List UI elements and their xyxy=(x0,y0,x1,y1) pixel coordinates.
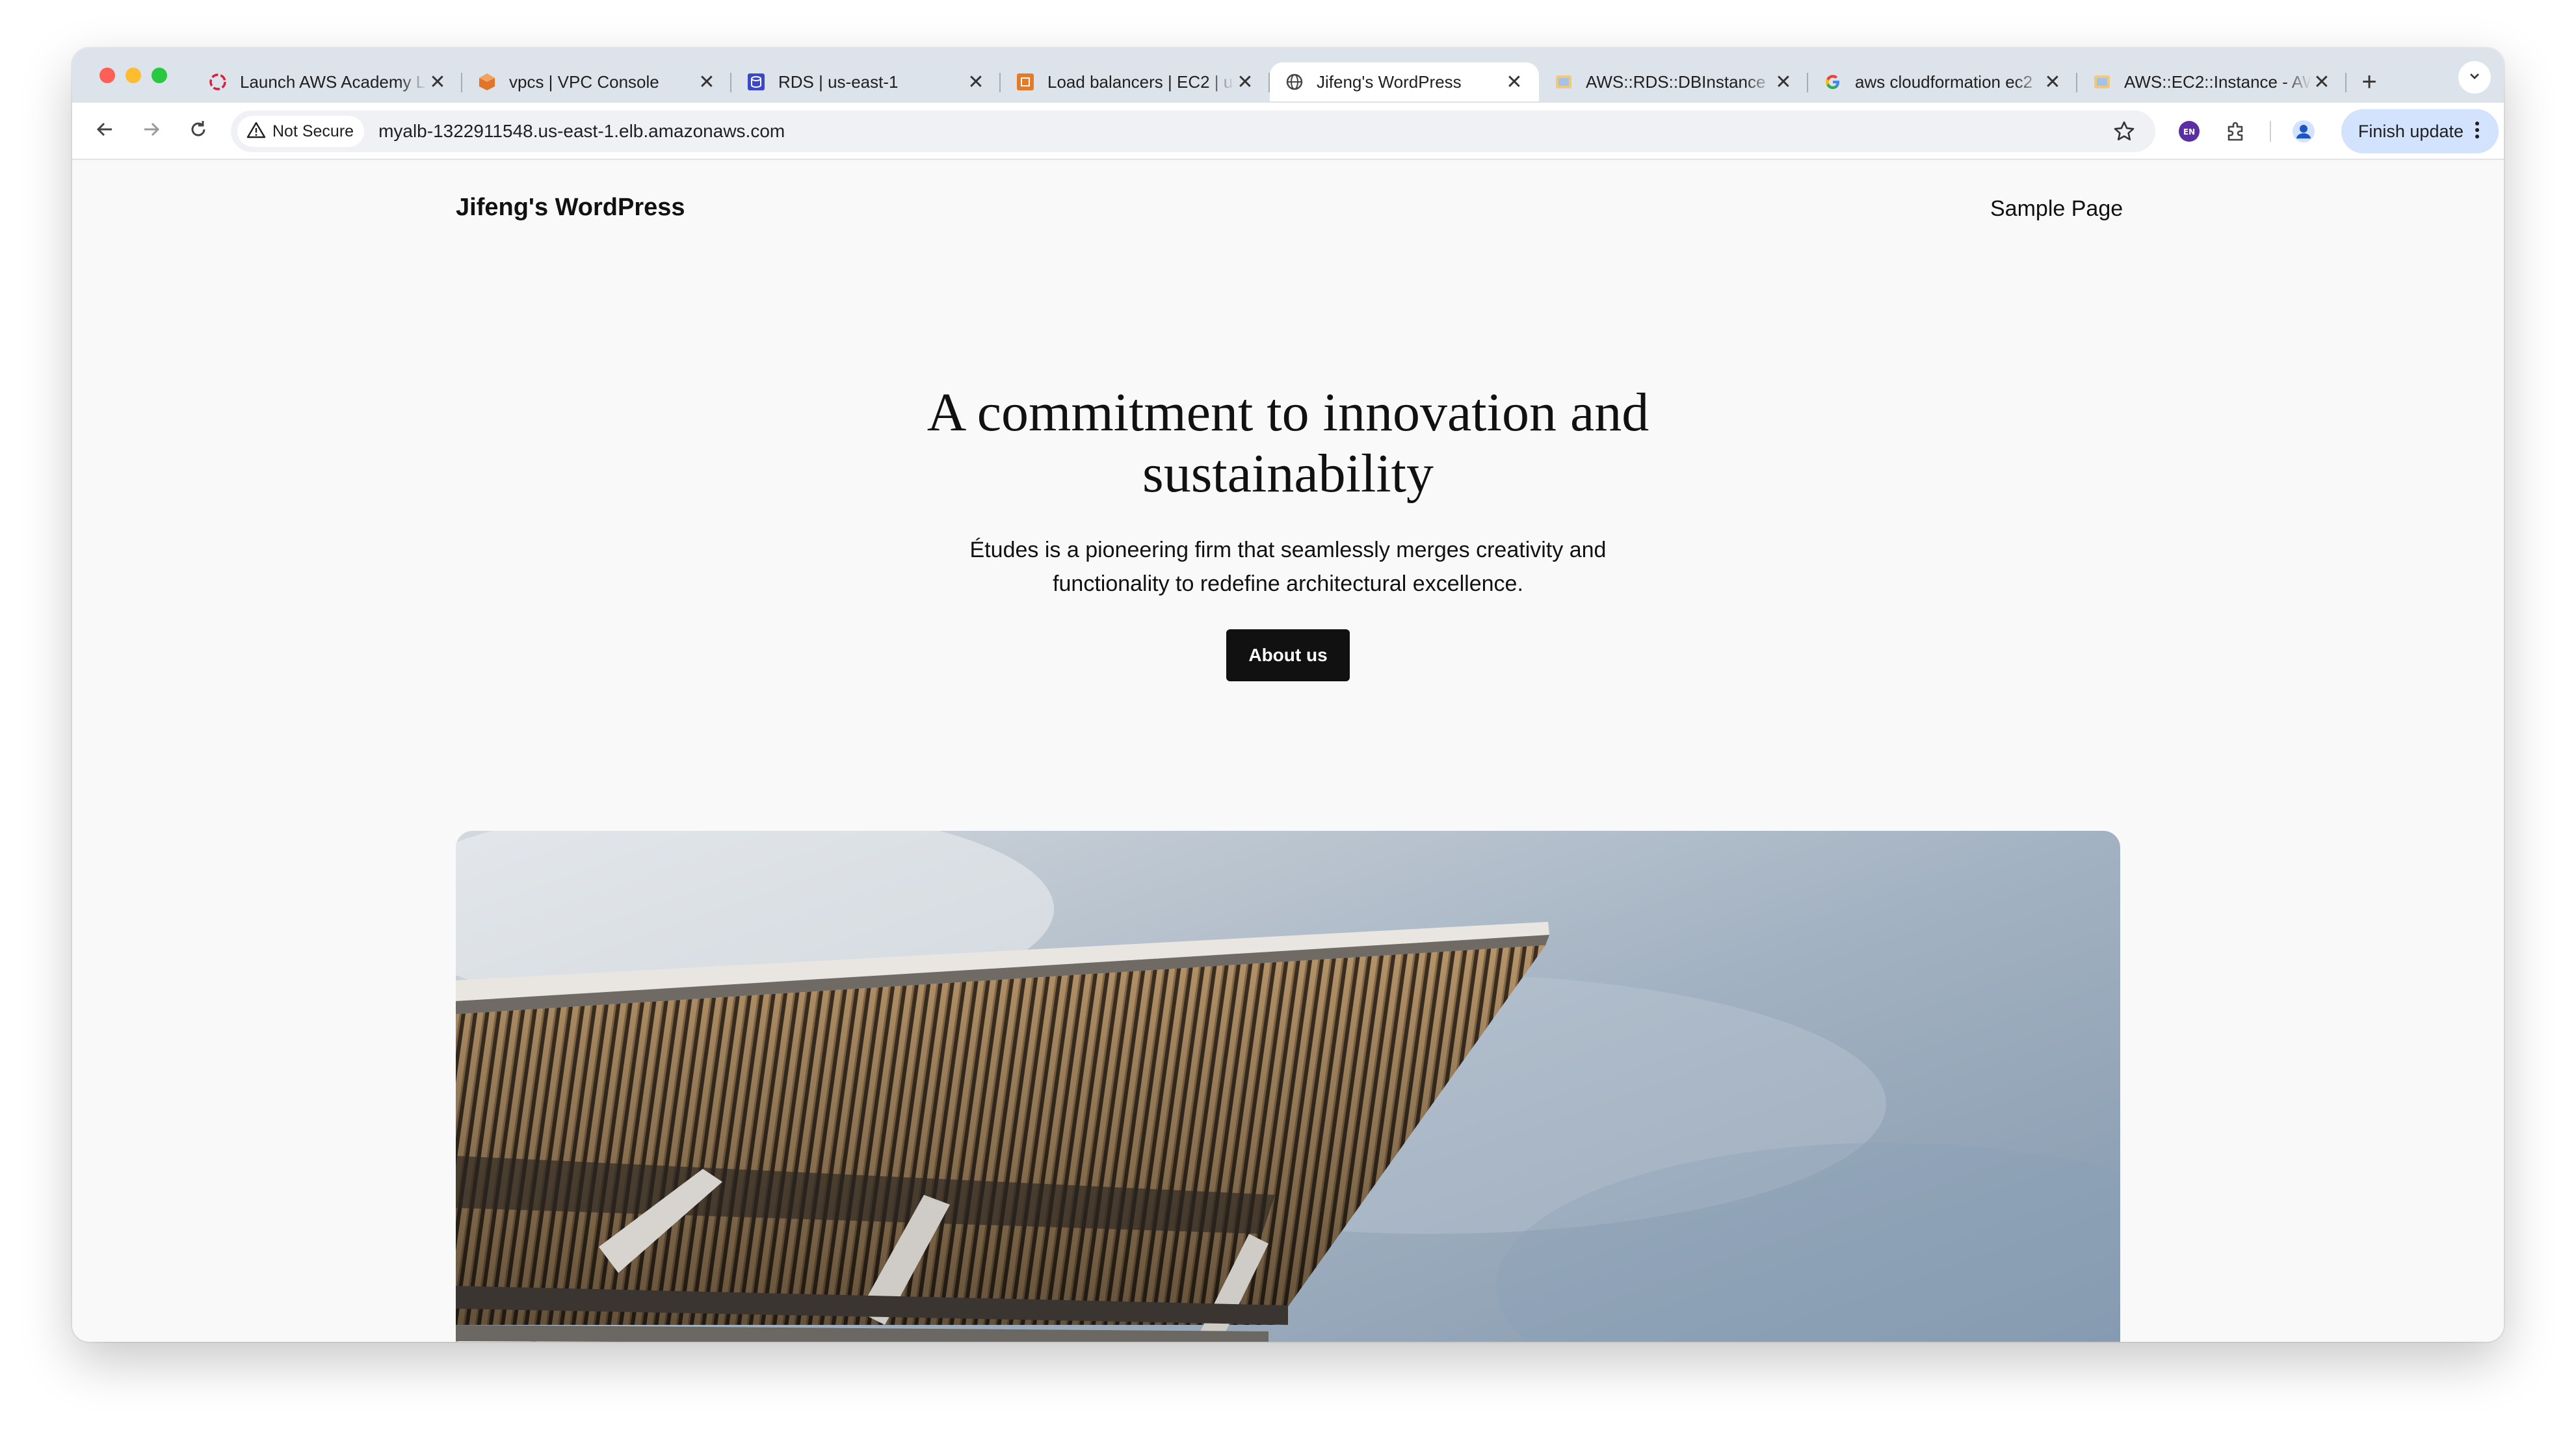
warning-icon xyxy=(246,120,266,143)
tab-title: Load balancers | EC2 | us-east-1 xyxy=(1047,72,1235,92)
forward-button[interactable] xyxy=(133,112,170,149)
svg-text:EN: EN xyxy=(2183,127,2195,137)
nav-link-sample-page[interactable]: Sample Page xyxy=(1990,196,2123,222)
tab-load-balancers[interactable]: Load balancers | EC2 | us-east-1 ✕ xyxy=(1001,62,1270,101)
browser-window: Launch AWS Academy Learner Lab ✕ vpcs | … xyxy=(72,48,2504,1342)
ec2-icon xyxy=(1015,72,1036,92)
tab-google-search[interactable]: aws cloudformation ec2 ✕ xyxy=(1808,62,2077,101)
security-indicator[interactable]: Not Secure xyxy=(237,116,365,147)
minimize-window-button[interactable] xyxy=(125,68,141,83)
web-page: Jifeng's WordPress Sample Page A commitm… xyxy=(72,161,2504,1342)
extension-en-icon[interactable]: EN xyxy=(2171,113,2207,150)
more-vertical-icon xyxy=(2474,120,2480,144)
hero-description: Études is a pioneering firm that seamles… xyxy=(969,538,1607,596)
bookmark-star-icon[interactable] xyxy=(2112,120,2136,143)
tab-title: RDS | us-east-1 xyxy=(778,72,899,92)
hero-heading: A commitment to innovation and sustainab… xyxy=(927,382,1649,504)
globe-icon xyxy=(1284,72,1305,92)
tab-rds[interactable]: RDS | us-east-1 ✕ xyxy=(731,62,1001,101)
maximize-window-button[interactable] xyxy=(151,68,167,83)
arrow-right-icon xyxy=(141,119,162,143)
tab-title: AWS::RDS::DBInstance xyxy=(1586,72,1766,92)
url-text[interactable]: myalb-1322911548.us-east-1.elb.amazonaws… xyxy=(378,121,785,142)
finish-update-label: Finish update xyxy=(2358,121,2464,141)
address-bar[interactable]: Not Secure myalb-1322911548.us-east-1.el… xyxy=(231,111,2155,152)
tab-title: vpcs | VPC Console xyxy=(509,72,659,92)
tab-rds-dbinstance[interactable]: AWS::RDS::DBInstance ✕ xyxy=(1539,62,1808,101)
window-controls xyxy=(99,68,167,83)
close-window-button[interactable] xyxy=(99,68,115,83)
tab-title: AWS::EC2::Instance - AWS xyxy=(2124,72,2311,92)
toolbar-divider xyxy=(2270,121,2271,142)
tab-title: aws cloudformation ec2 xyxy=(1855,72,2033,92)
close-icon[interactable]: ✕ xyxy=(1235,72,1255,93)
cloudformation-docs-icon xyxy=(1553,72,1574,92)
tab-vpc-console[interactable]: vpcs | VPC Console ✕ xyxy=(462,62,731,101)
browser-toolbar: Not Secure myalb-1322911548.us-east-1.el… xyxy=(72,103,2504,160)
back-button[interactable] xyxy=(86,112,123,149)
close-icon[interactable]: ✕ xyxy=(1773,72,1794,93)
tab-list: Launch AWS Academy Learner Lab ✕ vpcs | … xyxy=(193,48,2346,103)
profile-avatar-icon[interactable] xyxy=(2285,113,2322,150)
tab-title: Launch AWS Academy Learner Lab xyxy=(240,72,427,92)
rds-icon xyxy=(746,72,767,92)
chevron-down-icon xyxy=(2467,68,2482,87)
reload-button[interactable] xyxy=(180,112,217,149)
cloudformation-docs-icon xyxy=(2092,72,2112,92)
aws-academy-icon xyxy=(207,72,228,92)
extensions-puzzle-icon[interactable] xyxy=(2218,113,2254,150)
site-title[interactable]: Jifeng's WordPress xyxy=(456,194,685,222)
close-icon[interactable]: ✕ xyxy=(696,72,717,93)
tab-aws-academy[interactable]: Launch AWS Academy Learner Lab ✕ xyxy=(193,62,462,101)
close-icon[interactable]: ✕ xyxy=(2042,72,2063,93)
about-us-button[interactable]: About us xyxy=(1226,629,1350,681)
close-icon[interactable]: ✕ xyxy=(2311,72,2332,93)
tab-wordpress[interactable]: Jifeng's WordPress ✕ xyxy=(1270,62,1539,101)
reload-icon xyxy=(188,119,209,143)
close-icon[interactable]: ✕ xyxy=(1504,72,1525,93)
arrow-left-icon xyxy=(94,119,115,143)
close-icon[interactable]: ✕ xyxy=(427,72,448,93)
hero-section: A commitment to innovation and sustainab… xyxy=(72,382,2504,681)
finish-update-button[interactable]: Finish update xyxy=(2341,109,2499,153)
close-icon[interactable]: ✕ xyxy=(966,72,986,93)
tab-strip: Launch AWS Academy Learner Lab ✕ vpcs | … xyxy=(72,48,2504,103)
google-icon xyxy=(1822,72,1843,92)
vpc-console-icon xyxy=(477,72,497,92)
hero-architecture-image xyxy=(456,831,2120,1342)
tab-title: Jifeng's WordPress xyxy=(1317,72,1462,92)
tab-ec2-instance[interactable]: AWS::EC2::Instance - AWS ✕ xyxy=(2077,62,2346,101)
new-tab-button[interactable]: + xyxy=(2353,66,2385,98)
tab-search-button[interactable] xyxy=(2458,61,2491,94)
security-label: Not Secure xyxy=(272,122,354,140)
